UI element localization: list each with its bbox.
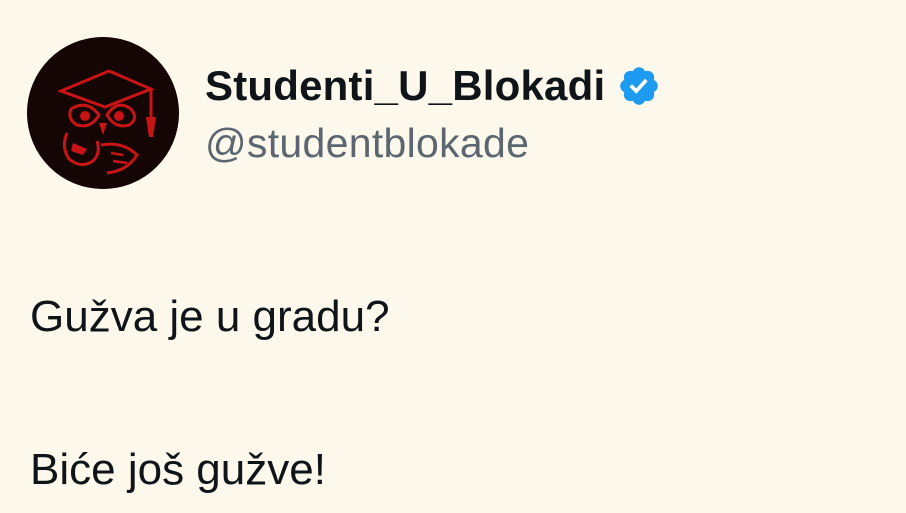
avatar[interactable] (27, 37, 179, 189)
display-name[interactable]: Studenti_U_Blokadi (205, 62, 605, 110)
name-row: Studenti_U_Blokadi (205, 56, 661, 116)
verified-badge-icon (617, 64, 661, 108)
account-handle[interactable]: @studentblokade (205, 120, 529, 167)
tweet-text-line: Gužva je u gradu? (30, 292, 390, 341)
tweet-card: Studenti_U_Blokadi @studentblokade Gužva… (0, 0, 906, 513)
owl-with-graduation-cap-icon (27, 37, 179, 189)
tweet-text-line: Biće još gužve! (30, 445, 326, 494)
